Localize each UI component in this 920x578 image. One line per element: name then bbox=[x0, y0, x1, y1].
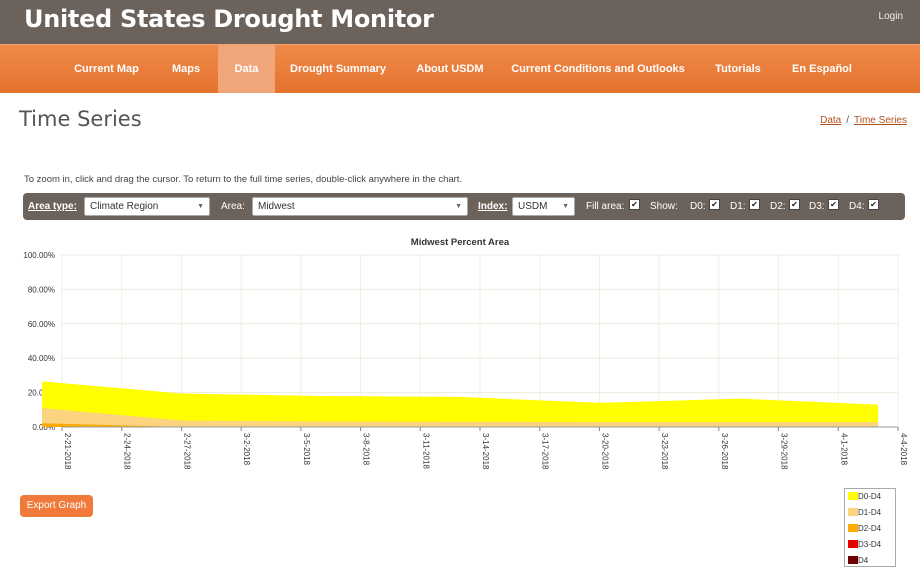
y-tick-label: 40.00% bbox=[28, 354, 55, 363]
x-tick-label: 3-5-2018 bbox=[302, 433, 311, 466]
legend-item[interactable]: D3-D4 bbox=[848, 540, 881, 550]
legend-label: D1-D4 bbox=[858, 508, 882, 517]
y-tick-label: 60.00% bbox=[28, 320, 55, 329]
y-tick-label: 80.00% bbox=[28, 285, 55, 294]
x-tick-label: 2-27-2018 bbox=[182, 433, 191, 470]
legend-item[interactable]: D0-D4 bbox=[848, 492, 881, 502]
legend-swatch bbox=[848, 556, 858, 564]
legend-label: D4 bbox=[858, 556, 869, 565]
x-tick-label: 3-8-2018 bbox=[362, 433, 371, 466]
legend-label: D0-D4 bbox=[858, 492, 882, 501]
x-tick-label: 3-2-2018 bbox=[242, 433, 251, 466]
x-tick-label: 3-20-2018 bbox=[600, 433, 609, 470]
x-tick-label: 3-17-2018 bbox=[541, 433, 550, 470]
legend-item[interactable]: D4 bbox=[848, 556, 868, 566]
legend-item[interactable]: D1-D4 bbox=[848, 508, 881, 518]
legend-label: D2-D4 bbox=[858, 524, 882, 533]
legend-swatch bbox=[848, 508, 858, 516]
x-tick-label: 4-1-2018 bbox=[839, 433, 848, 466]
legend-swatch bbox=[848, 524, 858, 532]
x-tick-label: 3-29-2018 bbox=[780, 433, 789, 470]
legend-swatch bbox=[848, 492, 858, 500]
x-tick-label: 3-14-2018 bbox=[481, 433, 490, 470]
x-tick-label: 3-11-2018 bbox=[421, 433, 430, 469]
legend-swatch bbox=[848, 540, 858, 548]
y-tick-label: 100.00% bbox=[23, 251, 55, 260]
legend-label: D3-D4 bbox=[858, 540, 882, 549]
x-tick-label: 3-23-2018 bbox=[660, 433, 669, 470]
chart-legend: D0-D4 D1-D4 D2-D4 D3-D4 D4 bbox=[844, 488, 896, 567]
legend-item[interactable]: D2-D4 bbox=[848, 524, 881, 534]
x-tick-label: 4-4-2018 bbox=[899, 433, 908, 466]
x-tick-label: 2-21-2018 bbox=[63, 433, 72, 470]
x-tick-label: 3-26-2018 bbox=[720, 433, 729, 470]
time-series-chart[interactable]: 0.00%20.00%40.00%60.00%80.00%100.00%2-21… bbox=[0, 0, 920, 578]
x-tick-label: 2-24-2018 bbox=[123, 433, 132, 470]
export-graph-button[interactable]: Export Graph bbox=[20, 495, 93, 517]
